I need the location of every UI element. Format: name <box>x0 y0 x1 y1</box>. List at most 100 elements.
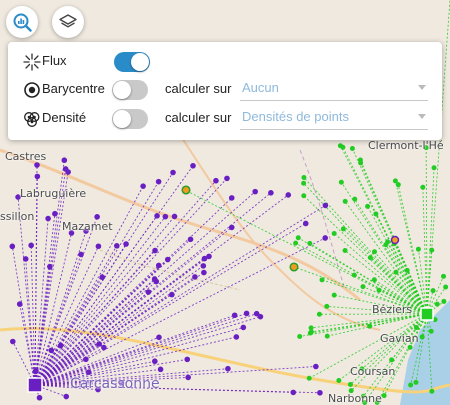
orange-highlight-point[interactable] <box>390 235 400 245</box>
purple-flow-point[interactable] <box>154 213 160 219</box>
green-flow-point[interactable] <box>301 174 307 180</box>
purple-flow-point[interactable] <box>155 178 162 185</box>
purple-flow-point[interactable] <box>16 301 23 307</box>
green-flow-point[interactable] <box>319 277 325 283</box>
green-flow-point[interactable] <box>360 284 366 290</box>
purple-flow-point[interactable] <box>200 263 207 269</box>
green-flow-point[interactable] <box>342 198 348 204</box>
green-flow-point[interactable] <box>372 249 378 255</box>
purple-flow-point[interactable] <box>302 220 309 227</box>
purple-flow-point[interactable] <box>94 214 100 220</box>
green-flow-point[interactable] <box>367 323 373 329</box>
purple-flow-point[interactable] <box>48 347 55 354</box>
purple-flow-point[interactable] <box>151 276 158 282</box>
purple-flow-point[interactable] <box>322 235 329 241</box>
green-flow-point[interactable] <box>408 382 414 388</box>
purple-flow-point[interactable] <box>190 162 196 169</box>
purple-flow-point[interactable] <box>156 334 162 341</box>
purple-flow-point[interactable] <box>57 342 64 349</box>
green-flow-point[interactable] <box>429 247 435 253</box>
purple-flow-point[interactable] <box>213 177 219 184</box>
purple-flow-point[interactable] <box>95 243 102 250</box>
purple-flow-point[interactable] <box>32 368 39 375</box>
purple-flow-point[interactable] <box>63 393 70 400</box>
purple-flow-point[interactable] <box>233 334 240 340</box>
green-flow-point[interactable] <box>351 272 357 278</box>
purple-flow-point[interactable] <box>192 274 198 280</box>
purple-flow-point[interactable] <box>101 344 107 351</box>
purple-flow-point[interactable] <box>240 324 247 331</box>
purple-flow-point[interactable] <box>28 242 34 249</box>
green-flow-point[interactable] <box>342 248 348 254</box>
layers-button[interactable] <box>52 6 84 38</box>
green-flow-point[interactable] <box>431 165 437 171</box>
purple-flow-point[interactable] <box>34 173 41 180</box>
purple-flow-point[interactable] <box>9 243 16 250</box>
purple-flow-point[interactable] <box>36 394 43 401</box>
purple-flow-point[interactable] <box>206 253 212 260</box>
green-flow-point[interactable] <box>301 193 307 199</box>
purple-flow-point[interactable] <box>155 262 162 269</box>
green-flow-point[interactable] <box>306 375 312 381</box>
purple-flow-point[interactable] <box>185 374 191 381</box>
green-flow-point[interactable] <box>420 184 426 190</box>
purple-flow-point[interactable] <box>140 183 146 189</box>
green-flow-point[interactable] <box>381 393 387 399</box>
green-flow-point[interactable] <box>434 301 440 307</box>
purple-flow-point[interactable] <box>52 210 58 217</box>
green-flow-point[interactable] <box>301 180 307 186</box>
purple-flow-point[interactable] <box>231 312 238 319</box>
green-flow-point[interactable] <box>331 230 337 236</box>
green-flow-point[interactable] <box>430 288 436 294</box>
purple-flow-point[interactable] <box>243 310 250 317</box>
purple-flow-point[interactable] <box>61 157 68 164</box>
orange-highlight-point[interactable] <box>289 262 299 272</box>
green-flow-point[interactable] <box>413 379 419 385</box>
flux-toggle[interactable] <box>114 52 150 72</box>
green-flow-point[interactable] <box>340 144 346 150</box>
green-flow-point[interactable] <box>307 240 313 246</box>
densite-toggle[interactable] <box>112 109 148 129</box>
purple-flow-point[interactable] <box>78 251 84 258</box>
purple-flow-point[interactable] <box>290 389 297 396</box>
purple-flow-point[interactable] <box>123 241 129 247</box>
purple-flow-point[interactable] <box>114 242 120 249</box>
purple-flow-point[interactable] <box>187 236 194 243</box>
purple-flow-point[interactable] <box>45 215 51 222</box>
purple-flow-point[interactable] <box>164 256 171 263</box>
green-flow-point[interactable] <box>429 388 435 394</box>
green-flow-point[interactable] <box>338 179 344 185</box>
green-flow-point[interactable] <box>324 303 330 309</box>
purple-flow-point[interactable] <box>152 358 158 365</box>
green-flow-point[interactable] <box>415 246 421 252</box>
green-flow-point[interactable] <box>404 267 410 273</box>
purple-flow-point[interactable] <box>145 289 152 295</box>
purple-flow-point[interactable] <box>224 175 230 182</box>
purple-flow-point[interactable] <box>184 356 191 363</box>
green-flow-point[interactable] <box>389 357 395 363</box>
green-flow-point[interactable] <box>419 334 425 340</box>
green-flow-point[interactable] <box>340 226 346 232</box>
green-flow-point[interactable] <box>395 182 401 188</box>
purple-flow-point[interactable] <box>62 166 69 172</box>
green-flow-point[interactable] <box>385 239 391 245</box>
purple-flow-point[interactable] <box>34 162 40 168</box>
purple-flow-point[interactable] <box>253 310 260 317</box>
green-flow-point[interactable] <box>352 196 358 202</box>
barycentre-toggle[interactable] <box>112 80 148 100</box>
barycentre-select[interactable]: Aucun <box>240 78 428 101</box>
purple-flow-point[interactable] <box>83 356 89 363</box>
purple-flow-point[interactable] <box>170 169 176 176</box>
green-flow-point[interactable] <box>407 344 413 350</box>
green-flow-point[interactable] <box>347 381 353 387</box>
purple-flow-point[interactable] <box>201 269 207 276</box>
purple-flow-point[interactable] <box>313 363 319 370</box>
green-flow-point[interactable] <box>367 255 373 261</box>
green-flow-point[interactable] <box>308 325 314 331</box>
green-flow-point[interactable] <box>324 333 330 339</box>
green-flow-point[interactable] <box>441 298 447 304</box>
purple-flow-point[interactable] <box>99 274 106 280</box>
purple-flow-point[interactable] <box>228 224 235 231</box>
purple-flow-point[interactable] <box>96 341 103 347</box>
green-flow-point[interactable] <box>331 292 337 298</box>
